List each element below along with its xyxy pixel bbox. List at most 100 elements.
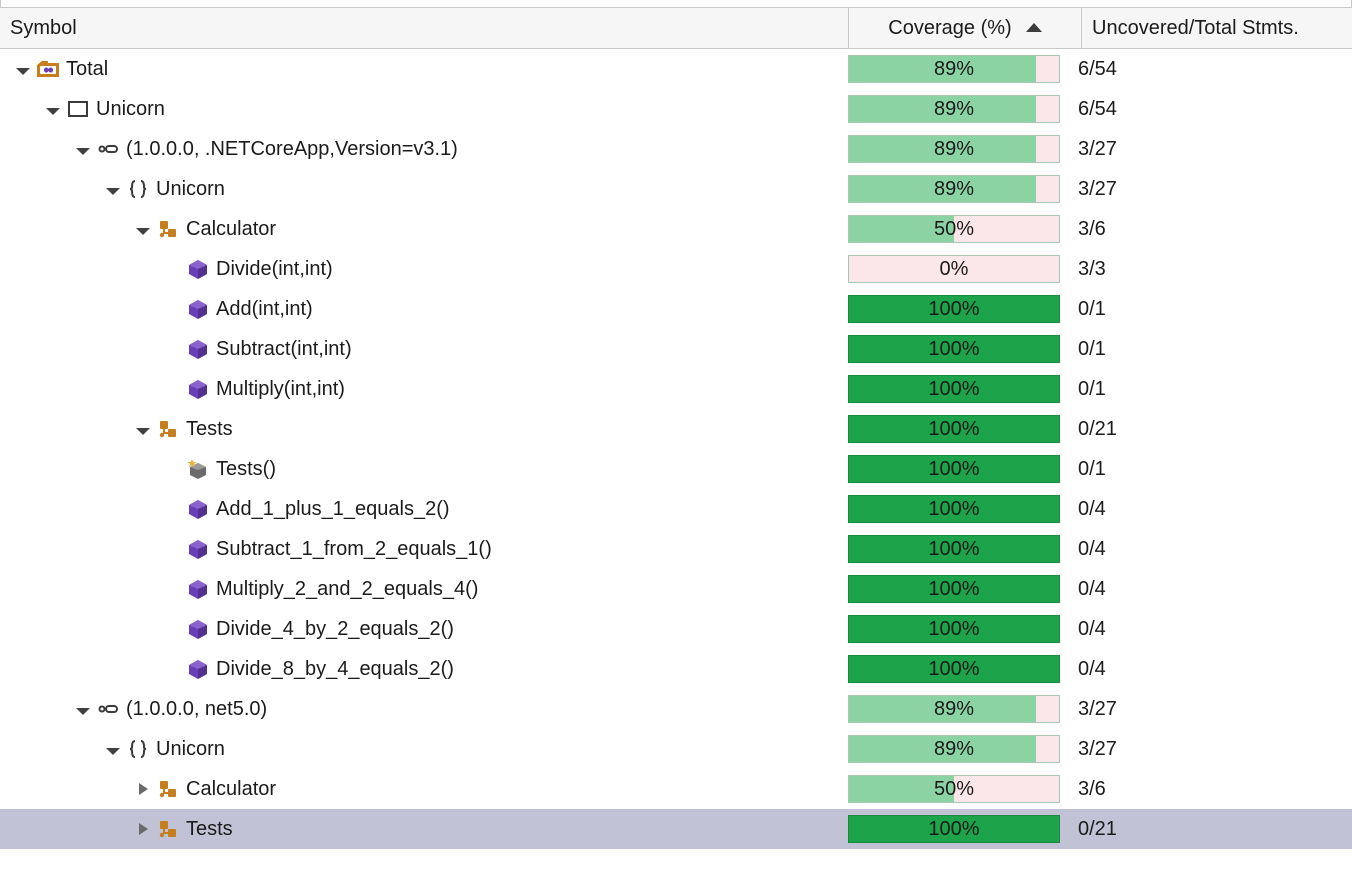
cell-coverage: 100% [838,569,1070,609]
tree-row[interactable]: Divide_4_by_2_equals_2()100%0/4 [0,609,1352,649]
coverage-bar: 89% [848,95,1060,123]
expander[interactable] [74,706,92,713]
cell-coverage: 100% [838,609,1070,649]
namespace-icon [126,737,150,761]
cell-coverage: 89% [838,729,1070,769]
tree-row[interactable]: Total89%6/54 [0,49,1352,89]
tree-row[interactable]: Subtract_1_from_2_equals_1()100%0/4 [0,529,1352,569]
row-label: Calculator [186,778,276,801]
cell-stmts: 3/6 [1070,209,1352,249]
expander[interactable] [14,66,32,73]
expander[interactable] [134,226,152,233]
tree-row[interactable]: Unicorn 89% 6/54 [0,89,1352,129]
tree-row[interactable]: Subtract(int,int)100%0/1 [0,329,1352,369]
cell-stmts: 3/27 [1070,729,1352,769]
tree-row[interactable]: Unicorn 89% 3/27 [0,729,1352,769]
cell-coverage: 89% [838,169,1070,209]
cell-symbol: Unicorn [0,729,838,769]
tree-row[interactable]: Calculator 50% 3/6 [0,769,1352,809]
column-header-symbol-label: Symbol [10,17,77,40]
column-header-coverage-label: Coverage (%) [888,17,1011,40]
tree-row[interactable]: Unicorn89%3/27 [0,169,1352,209]
column-header-symbol[interactable]: Symbol [0,8,849,48]
coverage-value: 50% [849,776,1059,802]
cell-symbol: Multiply(int,int) [0,369,838,409]
chevron-down-icon [16,68,30,75]
coverage-bar: 89% [848,735,1060,763]
tree-row[interactable]: (1.0.0.0, net5.0)89%3/27 [0,689,1352,729]
expander[interactable] [74,146,92,153]
cell-stmts: 6/54 [1070,89,1352,129]
cell-stmts: 3/3 [1070,249,1352,289]
expander[interactable] [104,186,122,193]
cell-symbol: Tests() [0,449,838,489]
expander[interactable] [44,106,62,113]
row-label: Calculator [186,218,276,241]
chevron-down-icon [136,428,150,435]
tree-row[interactable]: Multiply_2_and_2_equals_4()100%0/4 [0,569,1352,609]
row-label: (1.0.0.0, net5.0) [126,698,267,721]
row-label: Add_1_plus_1_equals_2() [216,498,450,521]
cell-symbol: Divide_4_by_2_equals_2() [0,609,838,649]
class-icon [156,217,180,241]
tree-row[interactable]: Tests100%0/21 [0,809,1352,849]
expander[interactable] [134,426,152,433]
method-icon [186,257,210,281]
stmts-value: 0/1 [1078,338,1106,361]
stmts-value: 0/1 [1078,458,1106,481]
expander[interactable] [134,783,152,795]
row-label: Total [66,58,108,81]
cell-stmts: 0/4 [1070,529,1352,569]
coverage-tree: Total89%6/54Unicorn89%6/54(1.0.0.0, .NET… [0,49,1352,849]
column-header-stmts-label: Uncovered/Total Stmts. [1092,17,1299,40]
expander[interactable] [104,746,122,753]
coverage-bar: 50% [848,215,1060,243]
cell-coverage: 89% [838,689,1070,729]
cell-symbol: Multiply_2_and_2_equals_4() [0,569,838,609]
column-header-row: Symbol Coverage (%) Uncovered/Total Stmt… [0,8,1352,49]
row-label: Subtract(int,int) [216,338,352,361]
class-icon [156,777,180,801]
coverage-bar: 100% [848,655,1060,683]
coverage-value: 0% [849,256,1059,282]
cell-symbol: Calculator [0,209,838,249]
row-label: Multiply(int,int) [216,378,345,401]
column-header-coverage[interactable]: Coverage (%) [849,8,1082,48]
cell-symbol: Total [0,49,838,89]
stmts-value: 3/3 [1078,258,1106,281]
ctor-icon [186,457,210,481]
cell-coverage: 100% [838,409,1070,449]
panel-top-border [0,0,1352,8]
column-header-stmts[interactable]: Uncovered/Total Stmts. [1082,8,1352,48]
coverage-value: 89% [849,136,1059,162]
row-label: Unicorn [96,98,165,121]
assembly-icon [96,697,120,721]
tree-row[interactable]: Calculator 50% 3/6 [0,209,1352,249]
coverage-bar: 100% [848,295,1060,323]
coverage-bar: 100% [848,535,1060,563]
tree-row[interactable]: Tests()100%0/1 [0,449,1352,489]
row-label: Divide(int,int) [216,258,333,281]
chevron-down-icon [76,148,90,155]
method-icon [186,497,210,521]
row-label: Unicorn [156,738,225,761]
tree-row[interactable]: (1.0.0.0, .NETCoreApp,Version=v3.1)89%3/… [0,129,1352,169]
coverage-bar: 100% [848,615,1060,643]
cell-stmts: 3/6 [1070,769,1352,809]
tree-row[interactable]: Add(int,int)100%0/1 [0,289,1352,329]
method-icon [186,337,210,361]
cell-stmts: 6/54 [1070,49,1352,89]
tree-row[interactable]: Divide_8_by_4_equals_2()100%0/4 [0,649,1352,689]
expander[interactable] [134,823,152,835]
tree-row[interactable]: Multiply(int,int)100%0/1 [0,369,1352,409]
tree-row[interactable]: Divide(int,int) 0% 3/3 [0,249,1352,289]
coverage-bar: 0% [848,255,1060,283]
tree-row[interactable]: Tests100%0/21 [0,409,1352,449]
cell-symbol: Divide(int,int) [0,249,838,289]
cell-stmts: 0/1 [1070,369,1352,409]
cell-coverage: 100% [838,489,1070,529]
coverage-value: 89% [849,696,1059,722]
chevron-right-icon [139,783,148,795]
tree-row[interactable]: Add_1_plus_1_equals_2()100%0/4 [0,489,1352,529]
chevron-right-icon [139,823,148,835]
